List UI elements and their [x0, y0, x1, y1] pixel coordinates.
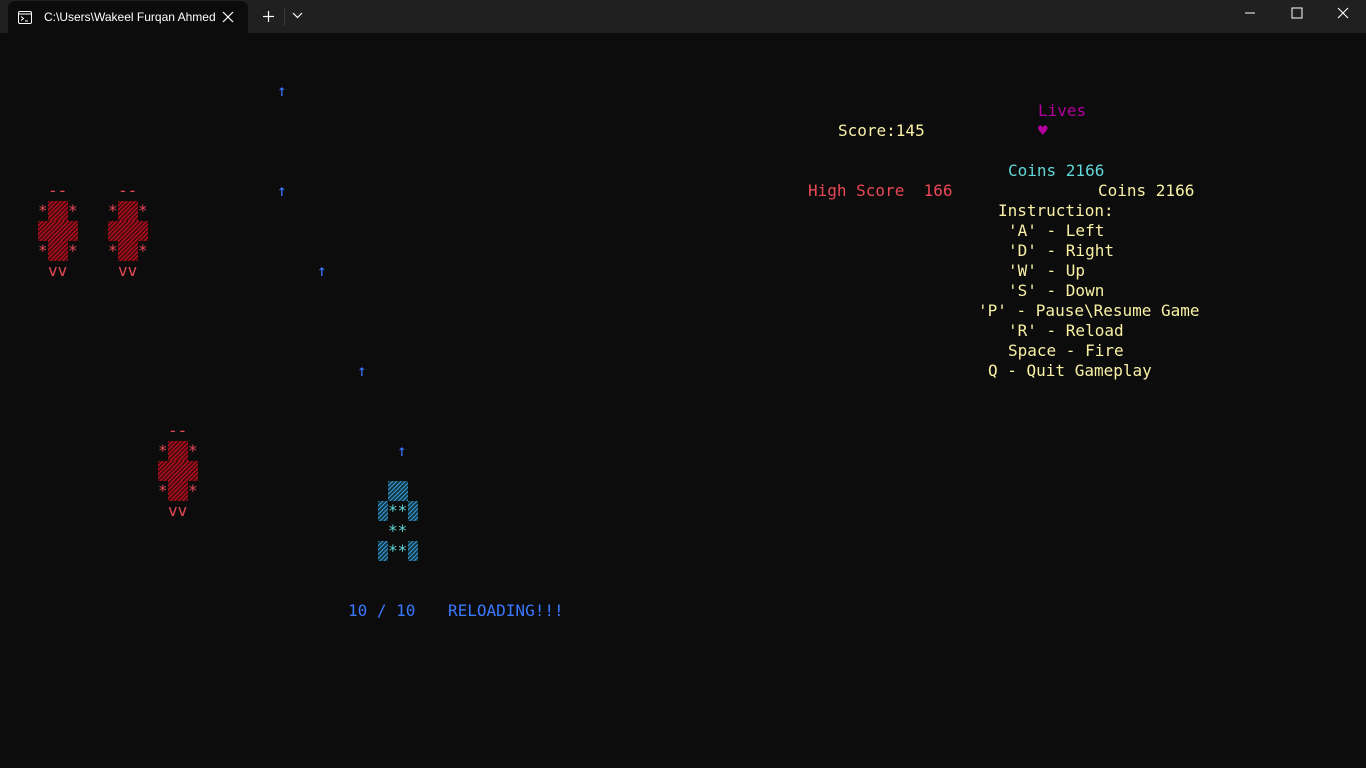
- instruction-item: 'P' - Pause\Resume Game: [978, 301, 1200, 320]
- enemy-hull: [158, 461, 198, 481]
- instruction-item: Q - Quit Gameplay: [988, 361, 1152, 380]
- lives-label: Lives: [1038, 101, 1087, 120]
- enemy-hull: [168, 441, 188, 461]
- maximize-icon[interactable]: [1291, 7, 1303, 19]
- enemy-hull: [108, 221, 148, 241]
- window-close-icon[interactable]: [1337, 7, 1349, 19]
- player-hull: [408, 501, 418, 521]
- enemy-star: *: [188, 441, 198, 460]
- instruction-item: 'W' - Up: [1008, 261, 1086, 280]
- player-stars: **: [388, 501, 408, 520]
- heart-icon: ♥: [1038, 121, 1048, 140]
- close-icon[interactable]: [222, 11, 234, 23]
- enemy-star: *: [138, 241, 148, 260]
- title-bar: C:\Users\Wakeel Furqan Ahmed: [0, 0, 1366, 33]
- player-stars: **: [388, 541, 408, 560]
- enemy-star: *: [188, 481, 198, 500]
- enemy-star: *: [38, 241, 48, 260]
- enemy-hull: [38, 221, 78, 241]
- enemy-hull: [48, 201, 68, 221]
- enemy-hull: [48, 241, 68, 261]
- instruction-item: 'S' - Down: [1008, 281, 1105, 300]
- player-hull: [408, 541, 418, 561]
- coins-display: Coins 2166: [1008, 161, 1105, 180]
- enemy-top: --: [48, 181, 68, 200]
- bullet: ↑: [397, 441, 407, 460]
- enemy-star: *: [158, 481, 168, 500]
- enemy-top: --: [118, 181, 138, 200]
- bullet: ↑: [277, 181, 287, 200]
- instructions-title: Instruction:: [998, 201, 1114, 220]
- terminal-tab[interactable]: C:\Users\Wakeel Furqan Ahmed: [8, 1, 248, 33]
- player-hull: [378, 541, 388, 561]
- terminal-icon: [18, 11, 32, 24]
- bullet: ↑: [357, 361, 367, 380]
- plus-icon[interactable]: [262, 10, 275, 23]
- minimize-icon[interactable]: [1244, 7, 1256, 19]
- player-hull: [388, 481, 408, 501]
- enemy-star: *: [38, 201, 48, 220]
- tab-title: C:\Users\Wakeel Furqan Ahmed: [44, 10, 216, 24]
- reload-status: RELOADING!!!: [448, 601, 564, 620]
- enemy-hull: [118, 241, 138, 261]
- chevron-down-icon[interactable]: [292, 12, 303, 19]
- enemy-hull: [168, 481, 188, 501]
- instruction-item: 'R' - Reload: [1008, 321, 1124, 340]
- instruction-item: 'D' - Right: [1008, 241, 1114, 260]
- enemy-bottom: vv: [168, 501, 188, 520]
- enemy-star: *: [158, 441, 168, 460]
- enemy-star: *: [68, 201, 78, 220]
- player-hull: [378, 501, 388, 521]
- bullet: ↑: [317, 261, 327, 280]
- tab-separator: [284, 8, 285, 26]
- high-score: High Score 166: [808, 181, 953, 200]
- bullet: ↑: [277, 81, 287, 100]
- instruction-item: Space - Fire: [1008, 341, 1124, 360]
- enemy-top: --: [168, 421, 188, 440]
- enemy-star: *: [108, 201, 118, 220]
- enemy-star: *: [68, 241, 78, 260]
- score-display: Score:145: [838, 121, 925, 140]
- enemy-star: *: [108, 241, 118, 260]
- player-stars: **: [388, 521, 408, 540]
- enemy-star: *: [138, 201, 148, 220]
- coins-display-secondary: Coins 2166: [1098, 181, 1195, 200]
- enemy-hull: [118, 201, 138, 221]
- enemy-bottom: vv: [118, 261, 138, 280]
- ammo-count: 10 / 10: [348, 601, 416, 620]
- enemy-bottom: vv: [48, 261, 68, 280]
- instruction-item: 'A' - Left: [1008, 221, 1105, 240]
